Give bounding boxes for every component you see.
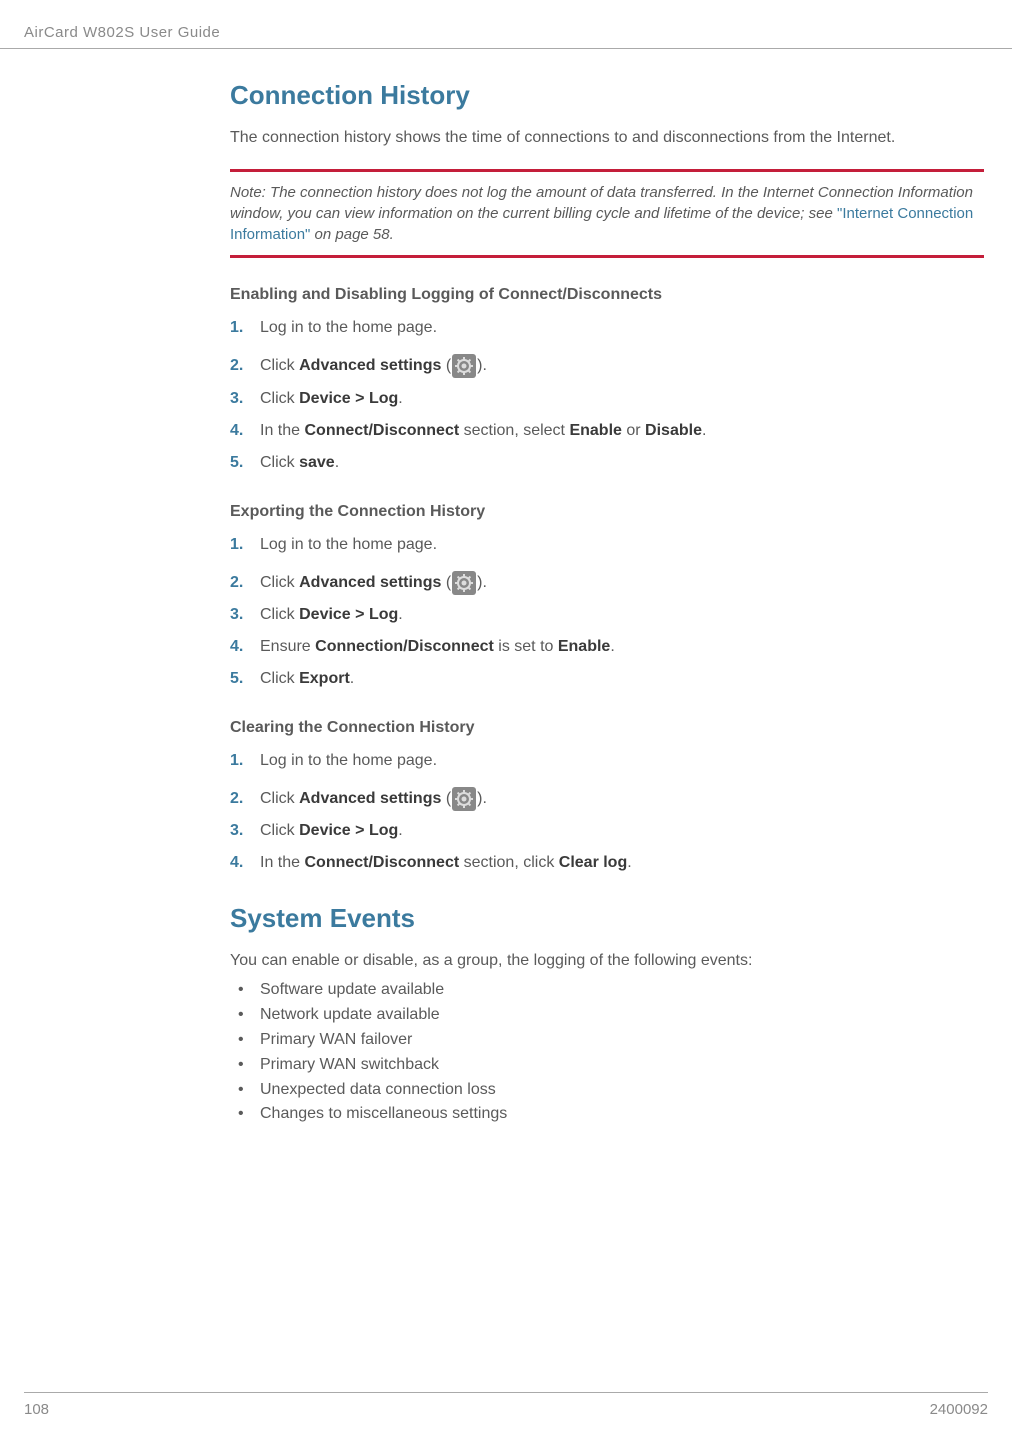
step-item: Click Device > Log. [230,603,984,627]
list-text: Software update available [260,981,444,998]
list-item: Network update available [230,1003,984,1028]
ui-label-save: save [299,454,335,471]
step-text: . [398,606,402,623]
intro-paragraph: The connection history shows the time of… [230,127,984,149]
ui-label-device-log: Device > Log [299,390,398,407]
step-text: Click [260,790,299,807]
steps-enable-disable: Log in to the home page. Click Advanced … [230,316,984,474]
step-text: Click [260,670,299,687]
step-text: Log in to the home page. [260,536,437,553]
list-item: Primary WAN failover [230,1028,984,1053]
step-text: Click [260,606,299,623]
gear-icon [452,787,476,811]
step-text: is set to [494,638,558,655]
ui-label-advanced-settings: Advanced settings [299,358,441,375]
step-text: Click [260,358,299,375]
page-footer: 108 2400092 [24,1392,988,1418]
step-text: Click [260,454,299,471]
doc-header-title: AirCard W802S User Guide [24,24,220,41]
step-text: . [398,822,402,839]
step-text: . [610,638,614,655]
ui-label-connect-disconnect: Connect/Disconnect [304,422,459,439]
ui-label-device-log: Device > Log [299,822,398,839]
page-content: Connection History The connection histor… [230,80,984,1127]
step-text: ). [477,574,487,591]
subhead-clearing: Clearing the Connection History [230,719,984,737]
section-title-system-events: System Events [230,903,984,934]
ui-label-clear-log: Clear log [559,854,627,871]
note-rule-top [230,169,984,172]
step-text: ). [477,790,487,807]
step-item: Click Device > Log. [230,387,984,411]
list-item: Primary WAN switchback [230,1053,984,1078]
subhead-exporting: Exporting the Connection History [230,503,984,521]
step-text: or [622,422,645,439]
ui-label-export: Export [299,670,350,687]
step-text: . [702,422,706,439]
list-text: Network update available [260,1006,440,1023]
step-item: Click Advanced settings (). [230,787,984,811]
ui-label-enable: Enable [569,422,621,439]
ui-label-advanced-settings: Advanced settings [299,574,441,591]
step-item: In the Connect/Disconnect section, click… [230,851,984,875]
note-paragraph: Note: The connection history does not lo… [230,182,984,245]
note-rule-bottom [230,255,984,258]
step-text: Log in to the home page. [260,319,437,336]
step-item: Click save. [230,451,984,475]
steps-clearing: Log in to the home page. Click Advanced … [230,749,984,875]
step-text: Click [260,390,299,407]
gear-icon [452,571,476,595]
step-text: In the [260,854,304,871]
step-text: ( [441,574,451,591]
list-item: Software update available [230,978,984,1003]
step-item: Click Advanced settings (). [230,354,984,378]
step-item: Log in to the home page. [230,749,984,773]
ui-label-enable: Enable [558,638,610,655]
ui-label-device-log: Device > Log [299,606,398,623]
footer-rule [24,1392,988,1393]
system-events-intro: You can enable or disable, as a group, t… [230,950,984,972]
step-item: Ensure Connection/Disconnect is set to E… [230,635,984,659]
step-text: ( [441,358,451,375]
step-item: Log in to the home page. [230,316,984,340]
list-text: Primary WAN failover [260,1031,412,1048]
steps-exporting: Log in to the home page. Click Advanced … [230,533,984,691]
list-item: Changes to miscellaneous settings [230,1102,984,1127]
ui-label-connection-disconnect: Connection/Disconnect [315,638,494,655]
step-text: section, click [459,854,559,871]
step-text: . [335,454,339,471]
step-text: . [627,854,631,871]
doc-number: 2400092 [930,1401,988,1418]
list-text: Unexpected data connection loss [260,1081,496,1098]
list-text: Changes to miscellaneous settings [260,1105,507,1122]
step-text: ). [477,358,487,375]
step-text: Ensure [260,638,315,655]
list-item: Unexpected data connection loss [230,1078,984,1103]
step-item: Log in to the home page. [230,533,984,557]
note-prefix: Note: [230,184,270,201]
step-text: Click [260,822,299,839]
page-number: 108 [24,1401,49,1418]
header-rule [0,48,1012,49]
system-events-list: Software update available Network update… [230,978,984,1127]
step-text: Click [260,574,299,591]
list-text: Primary WAN switchback [260,1056,439,1073]
ui-label-connect-disconnect: Connect/Disconnect [304,854,459,871]
step-text: Log in to the home page. [260,752,437,769]
step-text: ( [441,790,451,807]
step-item: In the Connect/Disconnect section, selec… [230,419,984,443]
ui-label-disable: Disable [645,422,702,439]
step-text: . [398,390,402,407]
note-body-b: on page 58. [310,226,393,243]
step-item: Click Advanced settings (). [230,571,984,595]
step-text: In the [260,422,304,439]
subhead-enable-disable: Enabling and Disabling Logging of Connec… [230,286,984,304]
ui-label-advanced-settings: Advanced settings [299,790,441,807]
step-text: section, select [459,422,569,439]
step-item: Click Export. [230,667,984,691]
section-title-connection-history: Connection History [230,80,984,111]
step-item: Click Device > Log. [230,819,984,843]
step-text: . [350,670,354,687]
gear-icon [452,354,476,378]
